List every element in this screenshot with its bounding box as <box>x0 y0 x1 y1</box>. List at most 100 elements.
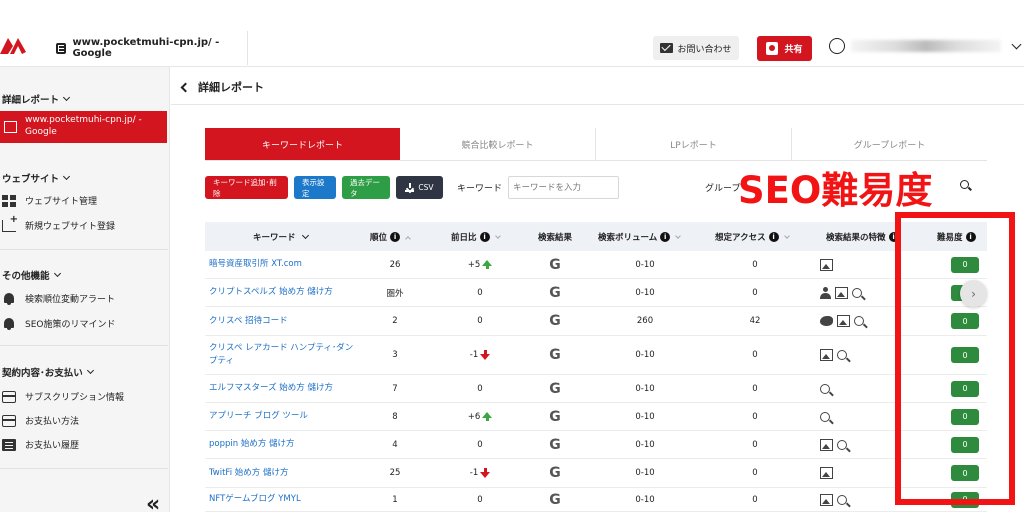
sidebar-section-report[interactable]: 詳細レポート <box>2 92 71 106</box>
tab-keyword-report[interactable]: キーワードレポート <box>205 128 400 160</box>
col-rank[interactable]: 順位 i <box>370 231 411 243</box>
col-volume[interactable]: 検索ボリューム i <box>598 231 682 243</box>
col-access[interactable]: 想定アクセス i <box>715 231 790 243</box>
rank-change: 0 <box>455 431 505 458</box>
sidebar-item-website-new[interactable]: 新規ウェブサイト登録 <box>2 214 115 232</box>
rank-change: 0 <box>455 375 505 402</box>
rank-change: +6 <box>455 403 505 430</box>
sidebar-item-payment-history[interactable]: お支払い履歴 <box>2 438 79 451</box>
chevron-down-icon <box>53 269 61 278</box>
mail-icon <box>660 43 674 53</box>
rank-value: 圏外 <box>386 288 404 299</box>
page-title: 詳細レポート <box>198 81 264 94</box>
rank-change: 0 <box>455 279 505 306</box>
google-icon[interactable]: G <box>535 459 575 487</box>
collapse-sidebar-icon[interactable]: « <box>146 492 160 512</box>
rank-change: 0 <box>455 488 505 511</box>
search-volume: 0-10 <box>635 383 655 394</box>
rank-change-value: 0 <box>477 383 483 394</box>
sidebar-item-label: SEO施策のリマインド <box>25 320 116 330</box>
divider <box>171 104 1024 105</box>
chevron-down-icon <box>1011 39 1022 49</box>
tab-lp-report[interactable]: LPレポート <box>596 128 792 160</box>
sidebar-section-other[interactable]: その他機能 <box>2 268 61 282</box>
google-icon[interactable]: G <box>535 403 575 430</box>
site-selector[interactable]: www.pocketmuhi-cpn.jp/ - Google <box>46 31 248 65</box>
keyword-link[interactable]: クリスペ レアカード ハンプティ･ダンプティ <box>209 336 354 374</box>
google-icon[interactable]: G <box>535 279 575 306</box>
info-icon: i <box>390 232 401 242</box>
rank-value: 1 <box>392 494 398 505</box>
sidebar-item-subscription[interactable]: サブスクリプション情報 <box>2 390 124 403</box>
brand-logo[interactable] <box>0 34 30 60</box>
bell-icon <box>2 317 16 330</box>
rank-value: 3 <box>392 350 398 360</box>
col-keyword[interactable]: キーワード <box>253 231 309 243</box>
image-icon <box>820 467 833 479</box>
sidebar-item-label: サブスクリプション情報 <box>25 393 125 403</box>
google-icon[interactable]: G <box>535 431 575 458</box>
card-icon <box>2 414 16 427</box>
keyword-link[interactable]: クリスペ 招待コード <box>209 307 354 335</box>
rank-value: 4 <box>392 439 398 450</box>
csv-download-button[interactable]: CSV <box>396 176 443 199</box>
rank-value: 7 <box>392 383 398 394</box>
person-icon <box>820 286 831 299</box>
search-icon <box>837 350 847 360</box>
estimated-access: 42 <box>749 316 761 326</box>
download-icon <box>405 183 415 192</box>
display-settings-button[interactable]: 表示設定 <box>294 176 336 199</box>
info-icon: i <box>479 232 490 242</box>
google-icon[interactable]: G <box>535 251 575 278</box>
share-button[interactable]: 共有 <box>757 36 812 61</box>
sidebar-item-rank-alert[interactable]: 検索順位変動アラート <box>2 292 115 305</box>
keyword-link[interactable]: 暗号資産取引所 XT.com <box>209 251 354 278</box>
sidebar-item-seo-remind[interactable]: SEO施策のリマインド <box>2 317 115 330</box>
sidebar-section-website[interactable]: ウェブサイト <box>2 171 71 185</box>
back-chevron-icon[interactable] <box>180 82 191 92</box>
sidebar-item-label: お支払い履歴 <box>25 441 80 451</box>
sidebar-item-payment-method[interactable]: お支払い方法 <box>2 414 79 427</box>
keyword-link[interactable]: クリプトスペルズ 始め方 儲け方 <box>209 279 354 306</box>
estimated-access: 0 <box>752 439 758 450</box>
google-icon[interactable]: G <box>535 336 575 374</box>
google-icon[interactable]: G <box>535 375 575 402</box>
keyword-link[interactable]: TwitFi 始め方 儲け方 <box>209 459 354 487</box>
sidebar: 詳細レポート www.pocketmuhi-cpn.jp/ - Google ウ… <box>0 67 170 512</box>
rank-value: 26 <box>389 259 401 270</box>
rank-change-value: -1 <box>469 350 479 360</box>
keyword-link[interactable]: NFTゲームブログ YMYL <box>209 488 354 511</box>
col-diff[interactable]: 前日比 i <box>451 231 501 243</box>
keyword-link[interactable]: エルフマスターズ 始め方 儲け方 <box>209 375 354 402</box>
twitter-icon <box>820 316 833 326</box>
keyword-filter-label: キーワード <box>457 184 503 194</box>
tab-group-report[interactable]: グループレポート <box>792 128 987 160</box>
past-data-button[interactable]: 過去データ <box>342 176 390 199</box>
add-chart-icon <box>2 214 18 232</box>
keyword-link[interactable]: poppin 始め方 儲け方 <box>209 431 354 458</box>
user-menu[interactable] <box>829 38 1022 54</box>
google-icon[interactable]: G <box>535 307 575 335</box>
tab-competitor-report[interactable]: 競合比較レポート <box>400 128 596 160</box>
section-title: 契約内容･お支払い <box>2 368 83 379</box>
sidebar-section-contract[interactable]: 契約内容･お支払い <box>2 365 94 379</box>
col-label: キーワード <box>253 233 296 243</box>
sidebar-item-label: ウェブサイト管理 <box>25 197 98 207</box>
table-row: クリスペ レアカード ハンプティ･ダンプティ 3 -1 G 0-10 0 0 <box>205 336 987 375</box>
keyword-link[interactable]: アプリーチ ブログ ツール <box>209 403 354 430</box>
search-icon[interactable] <box>960 180 969 189</box>
share-person-icon <box>766 42 779 55</box>
add-delete-keyword-button[interactable]: キーワード追加･削除 <box>205 176 288 199</box>
csv-label: CSV <box>418 183 434 192</box>
table-row: クリスペ 招待コード 2 0 G 260 42 0 <box>205 307 987 336</box>
sidebar-item-active-site[interactable]: www.pocketmuhi-cpn.jp/ - Google <box>0 111 167 143</box>
contact-button[interactable]: お問い合わせ <box>653 36 739 60</box>
section-title: その他機能 <box>2 271 50 282</box>
sidebar-item-website-manage[interactable]: ウェブサイト管理 <box>2 194 97 207</box>
table-row: クリプトスペルズ 始め方 儲け方圏外0G0-1000 <box>205 279 987 307</box>
keyword-search-input[interactable] <box>508 176 620 199</box>
sidebar-item-label: 検索順位変動アラート <box>25 295 116 305</box>
col-label: 検索ボリューム <box>598 233 658 243</box>
google-icon[interactable]: G <box>535 488 575 511</box>
search-icon <box>837 494 847 505</box>
